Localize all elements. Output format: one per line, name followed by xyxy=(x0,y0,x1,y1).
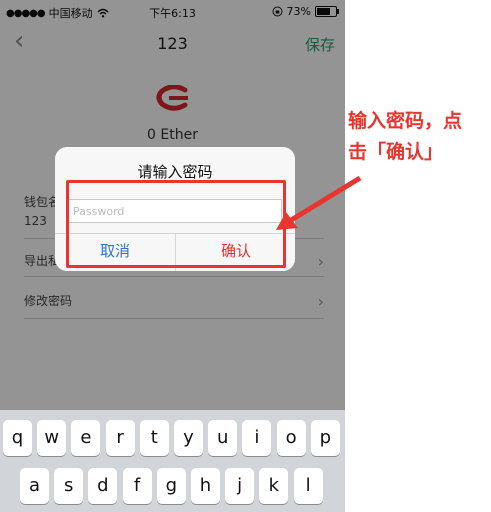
keyboard: qwertyuiop asdfghjkl xyxy=(0,410,345,512)
key-e[interactable]: e xyxy=(71,420,101,456)
key-f[interactable]: f xyxy=(122,468,152,504)
annotation-arrow-icon xyxy=(276,175,362,230)
key-l[interactable]: l xyxy=(293,468,323,504)
key-h[interactable]: h xyxy=(191,468,220,504)
key-j[interactable]: j xyxy=(225,468,255,504)
key-w[interactable]: w xyxy=(37,420,67,456)
key-p[interactable]: p xyxy=(310,420,340,456)
key-s[interactable]: s xyxy=(54,468,84,504)
annotation-line: 输入密码，点 xyxy=(348,110,463,132)
annotation-text: 输入密码，点 击「确认」 xyxy=(348,106,488,168)
phone-screen: ●●●●● 中国移动 下午6:13 73% ‹ 123 保存 0 Ether 钱 xyxy=(0,0,345,512)
key-r[interactable]: r xyxy=(105,420,135,456)
annotation-line: 击「确认」 xyxy=(348,141,444,163)
key-k[interactable]: k xyxy=(259,468,289,504)
key-y[interactable]: y xyxy=(174,420,203,456)
highlight-box xyxy=(66,180,286,268)
key-o[interactable]: o xyxy=(276,420,306,456)
key-u[interactable]: u xyxy=(208,420,238,456)
key-a[interactable]: a xyxy=(20,468,49,504)
key-i[interactable]: i xyxy=(242,420,272,456)
key-d[interactable]: d xyxy=(88,468,118,504)
dialog-title: 请输入密码 xyxy=(137,163,213,181)
key-g[interactable]: g xyxy=(156,468,186,504)
key-t[interactable]: t xyxy=(139,420,169,456)
key-q[interactable]: q xyxy=(3,420,32,456)
